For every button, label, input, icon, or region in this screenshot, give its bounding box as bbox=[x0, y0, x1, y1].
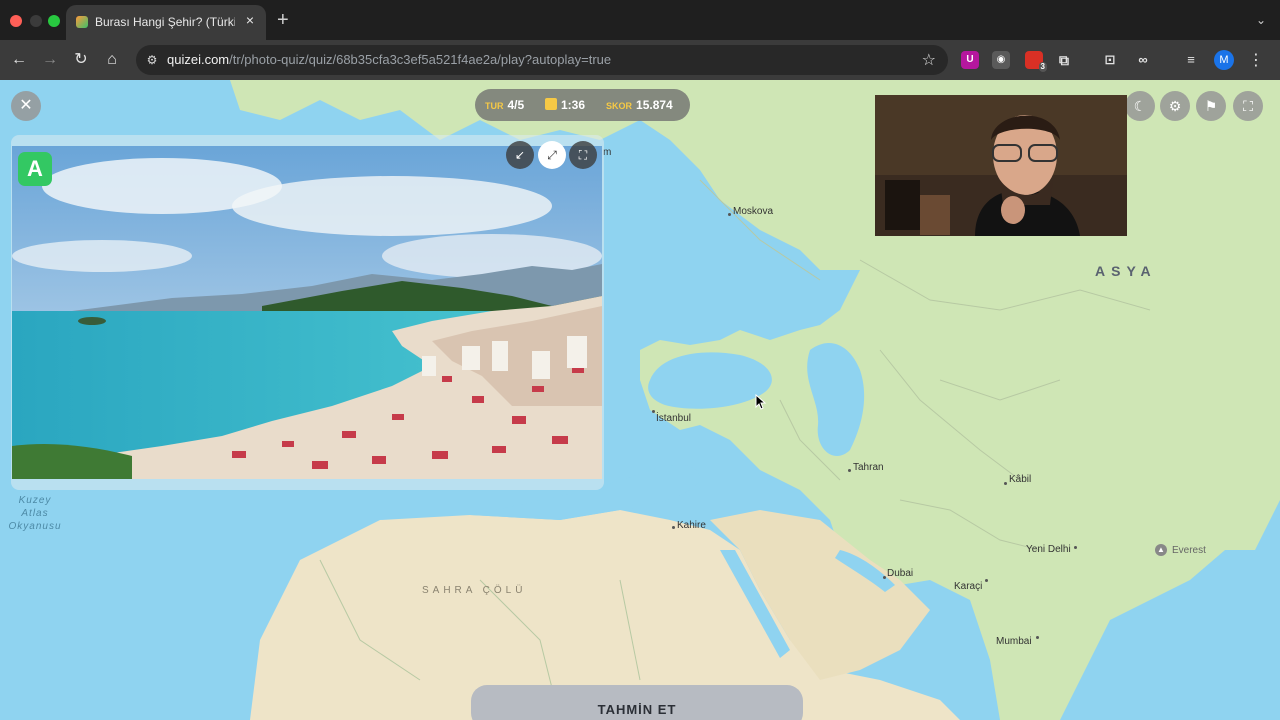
ocean-label-line: Atlas bbox=[21, 508, 49, 519]
link-icon[interactable]: ∞ bbox=[1134, 51, 1152, 69]
browser-tab-active[interactable]: Burası Hangi Şehir? (Türkiye) × bbox=[66, 5, 266, 40]
extensions-puzzle-icon[interactable]: ⧉ bbox=[1055, 51, 1073, 69]
browser-menu-icon[interactable]: ⋮ bbox=[1248, 50, 1264, 70]
round-value: 4/5 bbox=[507, 98, 525, 112]
screen-capture-icon[interactable]: ⊡ bbox=[1101, 51, 1119, 69]
report-flag-icon[interactable]: ⚑ bbox=[1196, 91, 1226, 121]
city-label-karachi: Karaçi bbox=[954, 581, 983, 592]
url-path: /tr/photo-quiz/quiz/68b35cfa3c3ef5a521f4… bbox=[229, 52, 612, 67]
url-text[interactable]: quizei.com/tr/photo-quiz/quiz/68b35cfa3c… bbox=[167, 52, 611, 67]
city-label-moscow: Moskova bbox=[733, 206, 774, 217]
city-label-istanbul: İstanbul bbox=[656, 413, 692, 424]
window-maximize-button[interactable] bbox=[48, 15, 60, 27]
city-label-new-delhi: Yeni Delhi bbox=[1026, 544, 1071, 555]
city-dot bbox=[848, 469, 851, 472]
city-label-mumbai: Mumbai bbox=[996, 636, 1032, 647]
city-dot bbox=[1004, 482, 1007, 485]
score-label: SKOR bbox=[606, 101, 633, 111]
game-viewport: Moskova İstanbul Tahran Kâbil Kahire Yen… bbox=[0, 80, 1280, 720]
city-dot bbox=[1036, 636, 1039, 639]
photo-panel: ↙ ⤢ ⛶ bbox=[11, 135, 604, 490]
notification-extension-icon[interactable]: 3 bbox=[1025, 51, 1047, 72]
city-label-kabul: Kâbil bbox=[1009, 474, 1032, 485]
tab-close-icon[interactable]: × bbox=[242, 12, 258, 28]
camera-extension-icon[interactable]: ◉ bbox=[992, 51, 1010, 69]
bookmark-star-icon[interactable]: ☆ bbox=[922, 50, 936, 70]
profile-avatar[interactable]: M bbox=[1214, 50, 1234, 70]
fullscreen-photo-icon[interactable]: ⛶ bbox=[569, 141, 597, 169]
tab-search-chevron-icon[interactable]: ⌄ bbox=[1256, 13, 1266, 27]
url-host: quizei.com bbox=[167, 52, 230, 67]
home-icon[interactable]: ⌂ bbox=[102, 50, 122, 70]
shrink-photo-icon[interactable]: ↙ bbox=[506, 141, 534, 169]
browser-toolbar: ← → ↻ ⌂ ⚙ quizei.com/tr/photo-quiz/quiz/… bbox=[0, 40, 1280, 80]
round-indicator: TUR 4/5 bbox=[485, 98, 524, 112]
forward-arrow-icon[interactable]: → bbox=[40, 50, 60, 70]
quit-game-button[interactable]: ✕ bbox=[11, 91, 41, 121]
site-settings-icon[interactable]: ⚙ bbox=[144, 52, 160, 68]
dark-mode-moon-icon[interactable]: ☾ bbox=[1125, 91, 1155, 121]
game-hud: TUR 4/5 1:36 SKOR 15.874 bbox=[475, 89, 690, 121]
mountain-icon: ▲ bbox=[1155, 544, 1167, 556]
round-label: TUR bbox=[485, 101, 504, 111]
ocean-label-line: Okyanusu bbox=[8, 521, 62, 532]
address-bar[interactable]: ⚙ quizei.com/tr/photo-quiz/quiz/68b35cfa… bbox=[136, 45, 948, 75]
city-dot bbox=[652, 410, 655, 413]
city-label-cairo: Kahire bbox=[677, 520, 706, 531]
settings-gear-icon[interactable]: ⚙ bbox=[1160, 91, 1190, 121]
mouse-cursor-icon bbox=[755, 394, 767, 410]
window-minimize-button[interactable] bbox=[30, 15, 42, 27]
timer-value: 1:36 bbox=[561, 98, 586, 112]
window-close-button[interactable] bbox=[10, 15, 22, 27]
city-dot bbox=[1074, 546, 1077, 549]
quizei-logo-icon: A bbox=[18, 152, 52, 186]
city-dot bbox=[672, 526, 675, 529]
score-indicator: SKOR 15.874 bbox=[606, 98, 673, 112]
site-favicon-icon bbox=[76, 16, 88, 28]
new-tab-plus-icon[interactable]: + bbox=[277, 10, 289, 30]
city-dot bbox=[985, 579, 988, 582]
guess-button[interactable]: TAHMİN ET bbox=[471, 685, 803, 720]
media-control-icon[interactable]: ≡ bbox=[1182, 51, 1200, 69]
timer-icon bbox=[545, 98, 557, 110]
timer: 1:36 bbox=[545, 98, 585, 112]
city-label-dubai: Dubai bbox=[887, 568, 914, 579]
city-dot bbox=[883, 576, 886, 579]
tab-title: Burası Hangi Şehir? (Türkiye) bbox=[95, 15, 235, 29]
webcam-overlay bbox=[875, 95, 1127, 236]
expand-photo-icon[interactable]: ⤢ bbox=[538, 141, 566, 169]
back-arrow-icon[interactable]: ← bbox=[9, 50, 29, 70]
fullscreen-icon[interactable]: ⛶ bbox=[1233, 91, 1263, 121]
quiz-photo[interactable] bbox=[12, 146, 602, 479]
extension-badge: 3 bbox=[1038, 62, 1047, 72]
ocean-label-north-atlantic: Kuzey Atlas Okyanusu bbox=[2, 494, 68, 533]
label-everest: Everest bbox=[1172, 545, 1206, 556]
map-edge-label: m bbox=[603, 147, 612, 158]
region-label-sahara: SAHRA ÇÖLÜ bbox=[422, 585, 527, 596]
score-value: 15.874 bbox=[636, 98, 673, 112]
city-dot bbox=[728, 213, 731, 216]
ublock-extension-icon[interactable]: U bbox=[961, 51, 979, 69]
reload-icon[interactable]: ↻ bbox=[71, 50, 91, 70]
browser-tabbar: Burası Hangi Şehir? (Türkiye) × + ⌄ bbox=[0, 0, 1280, 40]
region-label-asia: ASYA bbox=[1095, 263, 1157, 279]
ocean-label-line: Kuzey bbox=[18, 495, 52, 506]
city-label-tehran: Tahran bbox=[853, 462, 884, 473]
